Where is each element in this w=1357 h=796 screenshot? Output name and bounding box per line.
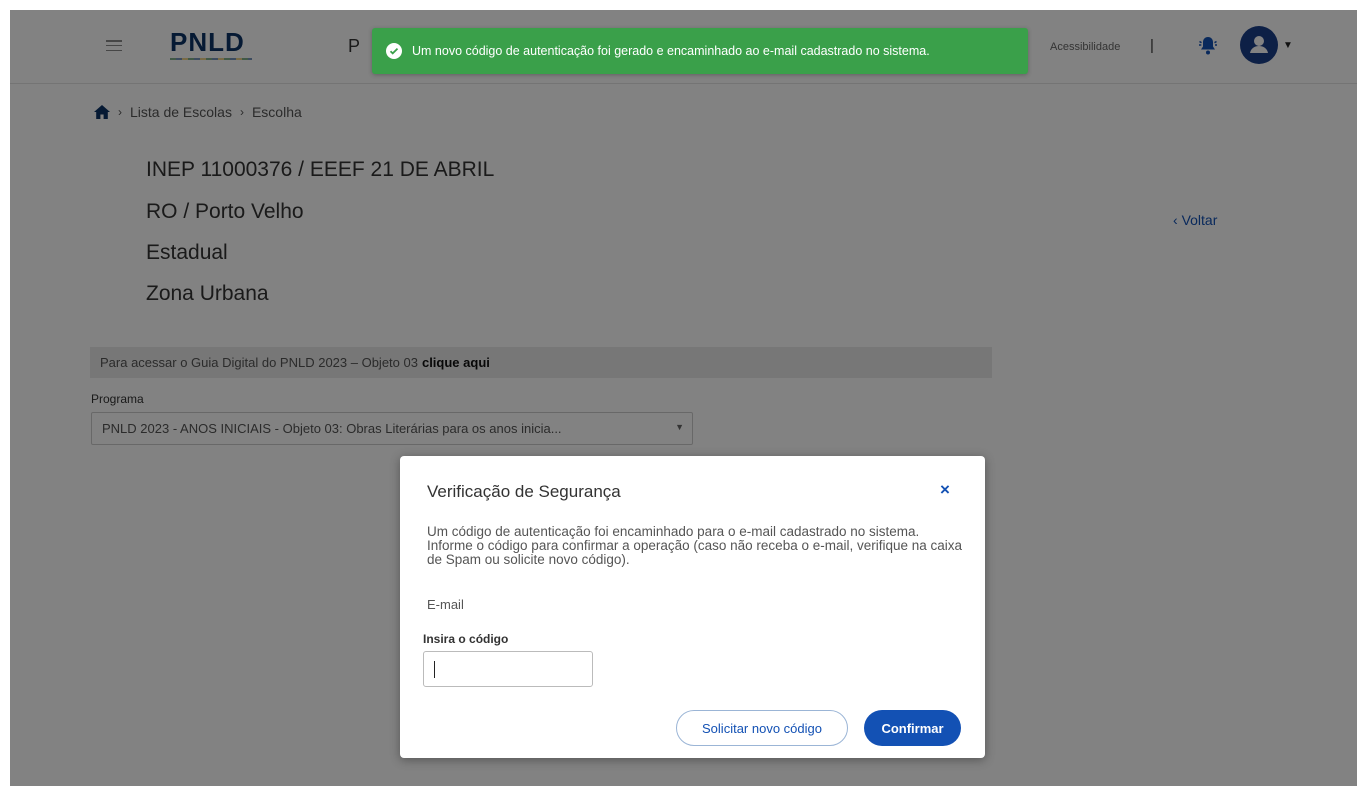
toast-message: Um novo código de autenticação foi gerad… (412, 44, 930, 58)
text-cursor (434, 661, 435, 678)
security-verification-modal: Verificação de Segurança × Um código de … (400, 456, 985, 758)
request-new-code-button[interactable]: Solicitar novo código (676, 710, 848, 746)
close-icon[interactable]: × (940, 480, 956, 500)
modal-description: Um código de autenticação foi encaminhad… (427, 524, 963, 567)
app-window: PNLD P Acessibilidade | ▼ › Lista de Esc… (10, 10, 1357, 786)
email-label: E-mail (427, 597, 464, 612)
code-input[interactable] (423, 651, 593, 687)
check-circle-icon (386, 43, 402, 59)
modal-title: Verificação de Segurança (427, 482, 621, 501)
code-label: Insira o código (423, 632, 509, 646)
success-toast: Um novo código de autenticação foi gerad… (372, 28, 1028, 74)
confirm-button[interactable]: Confirmar (864, 710, 961, 746)
